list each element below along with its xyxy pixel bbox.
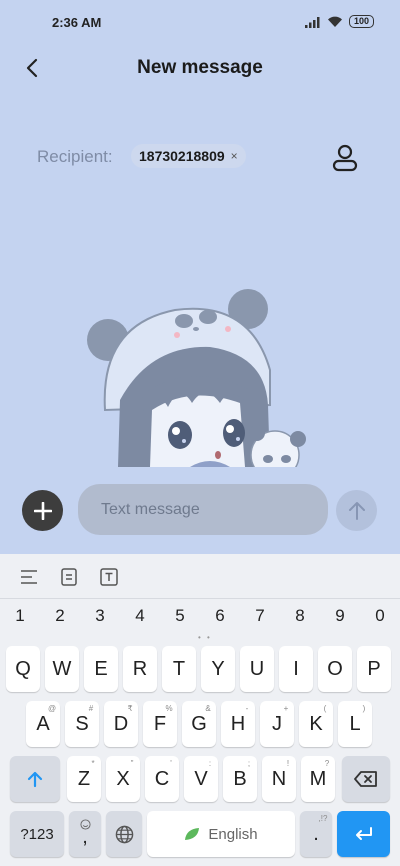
clipboard-icon[interactable] — [58, 566, 80, 588]
key-7[interactable]: 7 — [250, 606, 270, 626]
page-indicator: • • — [198, 633, 212, 642]
enter-key[interactable] — [337, 811, 390, 857]
plus-icon — [33, 501, 52, 520]
key-j[interactable]: + J — [260, 701, 294, 747]
key-s[interactable]: # S — [65, 701, 99, 747]
period-key[interactable]: ,!? . — [300, 811, 332, 857]
key-e[interactable]: E — [84, 646, 118, 692]
language-key[interactable] — [106, 811, 142, 857]
remove-recipient-button[interactable]: × — [231, 149, 238, 163]
key-w[interactable]: W — [45, 646, 79, 692]
key-d[interactable]: ₹ D — [104, 701, 138, 747]
battery-indicator: 100 — [348, 15, 374, 28]
background-illustration — [80, 285, 320, 467]
key-a[interactable]: @ A — [26, 701, 60, 747]
key-t[interactable]: T — [162, 646, 196, 692]
text-format-icon[interactable] — [98, 566, 120, 588]
key-x[interactable]: " X — [106, 756, 140, 802]
key-p[interactable]: P — [357, 646, 391, 692]
contacts-button[interactable] — [328, 141, 362, 175]
wifi-icon — [327, 16, 342, 27]
key-o[interactable]: O — [318, 646, 352, 692]
key-9[interactable]: 9 — [330, 606, 350, 626]
enter-icon — [355, 827, 372, 840]
key-i[interactable]: I — [279, 646, 313, 692]
recipient-number: 18730218809 — [139, 148, 225, 164]
number-row: 1 2 3 4 5 6 7 8 9 0 — [0, 606, 400, 636]
space-key[interactable]: English — [147, 811, 295, 857]
shift-arrow-icon — [27, 771, 43, 788]
key-b[interactable]: ; B — [223, 756, 257, 802]
globe-icon — [115, 825, 133, 843]
backspace-icon — [354, 771, 377, 787]
key-r[interactable]: R — [123, 646, 157, 692]
status-time: 2:36 AM — [52, 15, 102, 30]
key-v[interactable]: :V — [184, 756, 218, 802]
key-4[interactable]: 4 — [130, 606, 150, 626]
key-8[interactable]: 8 — [290, 606, 310, 626]
status-bar: 2:36 AM 100 — [0, 0, 400, 44]
key-n[interactable]: ! N — [262, 756, 296, 802]
key-k[interactable]: (K — [299, 701, 333, 747]
key-y[interactable]: Y — [201, 646, 235, 692]
key-l[interactable]: ) L — [338, 701, 372, 747]
recipient-chip[interactable]: 18730218809 × — [131, 144, 246, 168]
key-q[interactable]: Q — [6, 646, 40, 692]
key-c[interactable]: ' C — [145, 756, 179, 802]
arrow-up-icon — [348, 501, 365, 520]
person-icon — [332, 144, 358, 172]
menu-lines-icon[interactable] — [18, 566, 40, 588]
key-3[interactable]: 3 — [90, 606, 110, 626]
send-button[interactable] — [336, 490, 377, 531]
key-6[interactable]: 6 — [210, 606, 230, 626]
keyboard: 1 2 3 4 5 6 7 8 9 0 • • Q W E R T Y U I … — [0, 554, 400, 866]
key-z[interactable]: * Z — [67, 756, 101, 802]
key-0[interactable]: 0 — [370, 606, 390, 626]
key-f[interactable]: % F — [143, 701, 177, 747]
status-icons: 100 — [304, 15, 374, 28]
key-h[interactable]: -H — [221, 701, 255, 747]
keyboard-toolbar — [0, 554, 400, 599]
key-2[interactable]: 2 — [50, 606, 70, 626]
key-5[interactable]: 5 — [170, 606, 190, 626]
key-m[interactable]: ? M — [301, 756, 335, 802]
comma-key[interactable]: , — [69, 811, 101, 857]
message-input[interactable] — [78, 484, 328, 535]
add-attachment-button[interactable] — [22, 490, 63, 531]
page-title: New message — [137, 57, 263, 78]
symbols-key[interactable]: ?123 — [10, 811, 64, 857]
key-1[interactable]: 1 — [10, 606, 30, 626]
signal-icon — [304, 16, 320, 28]
key-u[interactable]: U — [240, 646, 274, 692]
shift-key[interactable] — [10, 756, 60, 802]
recipient-label: Recipient: — [37, 147, 113, 166]
leaf-icon — [185, 828, 200, 840]
key-g[interactable]: & G — [182, 701, 216, 747]
backspace-key[interactable] — [342, 756, 390, 802]
